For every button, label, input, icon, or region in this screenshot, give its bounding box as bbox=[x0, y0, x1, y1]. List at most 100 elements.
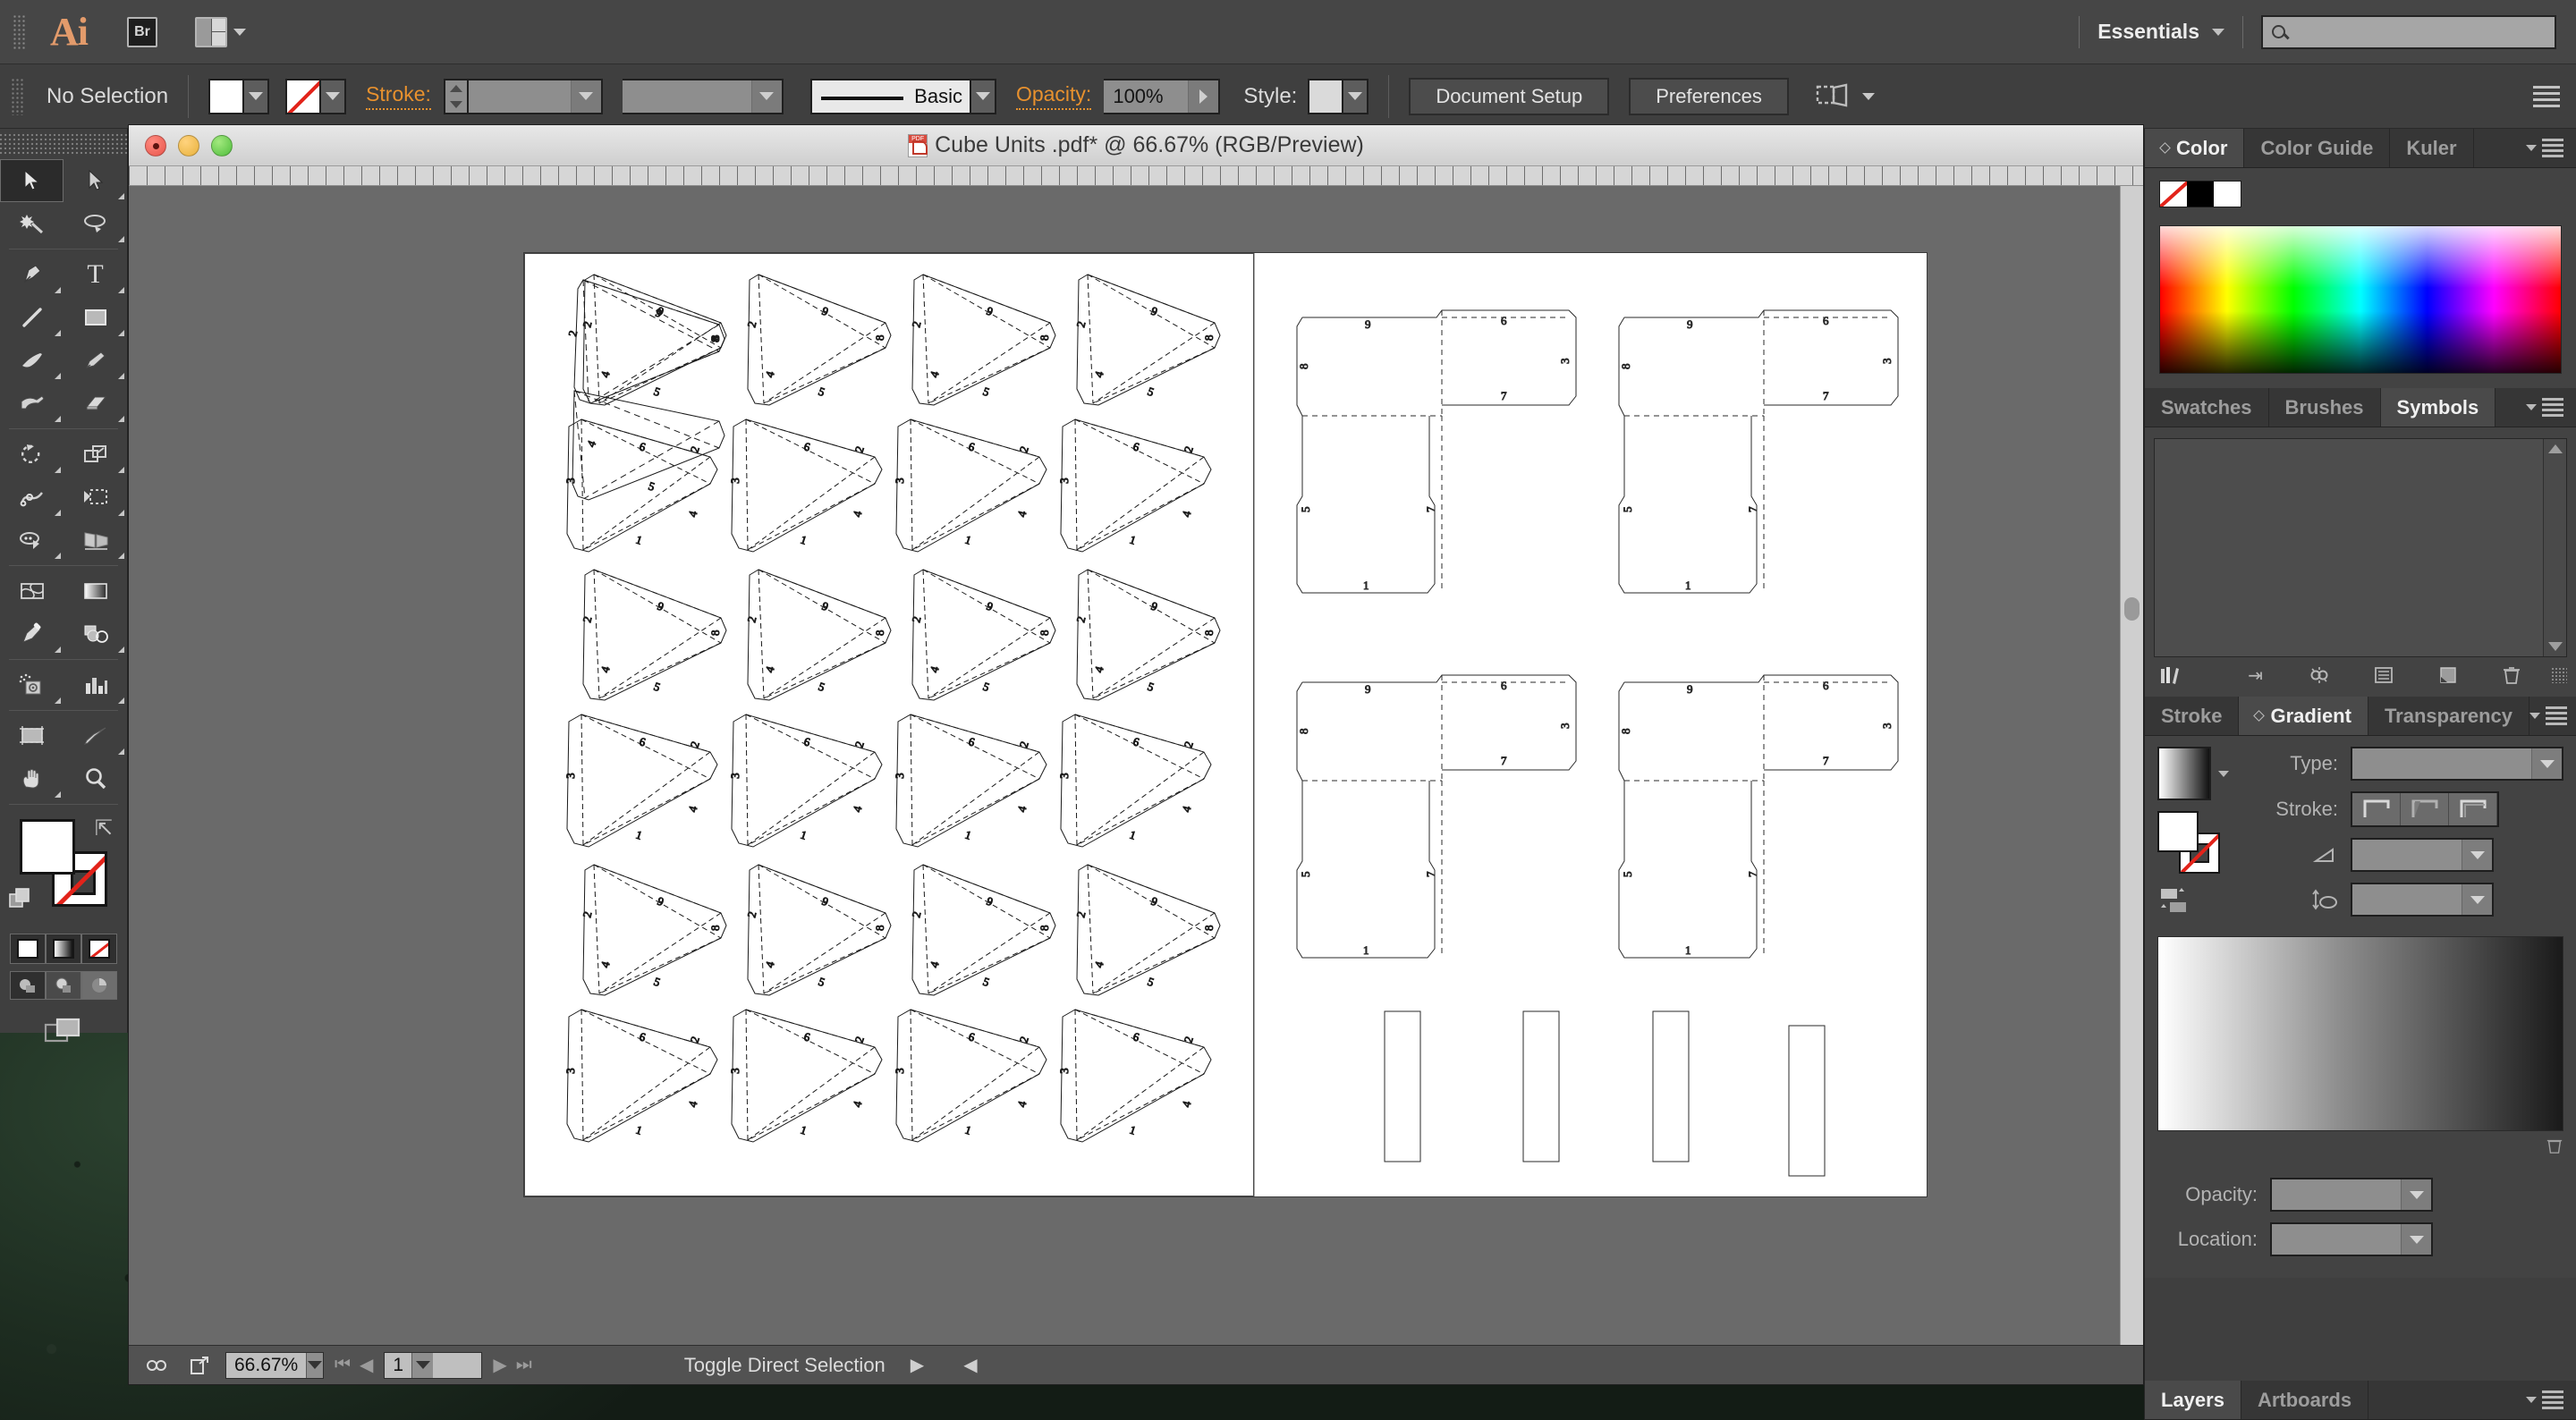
arrange-documents-chevron-icon[interactable] bbox=[233, 28, 246, 36]
status-menu-chevron-right-icon[interactable]: ▶ bbox=[911, 1354, 924, 1376]
previous-artboard-button[interactable]: ◀ bbox=[360, 1354, 373, 1376]
artwork-cube-units[interactable]: 9 2 8 4 5 9 2 8 4 5 6 2 3 4 1 9 2 8 4 5 … bbox=[524, 253, 1927, 1196]
artboard-tool[interactable] bbox=[0, 714, 64, 757]
draw-behind-button[interactable] bbox=[46, 971, 81, 1000]
symbol-options-icon[interactable] bbox=[2351, 666, 2416, 684]
swatch-none[interactable] bbox=[2160, 182, 2187, 207]
panel-menu-chevron-down-icon[interactable] bbox=[2529, 713, 2541, 719]
reverse-gradient-icon[interactable] bbox=[2157, 886, 2261, 919]
gradient-angle-input[interactable] bbox=[2351, 838, 2494, 872]
scroll-up-icon[interactable] bbox=[2547, 444, 2563, 453]
artboard-chevron-down-icon[interactable] bbox=[411, 1352, 434, 1378]
tab-swatches[interactable]: Swatches bbox=[2145, 388, 2269, 427]
canvas-vertical-scrollbar[interactable] bbox=[2120, 186, 2143, 1345]
default-fill-stroke-icon[interactable] bbox=[9, 887, 32, 910]
swatch-white[interactable] bbox=[2214, 182, 2241, 207]
paintbrush-tool[interactable] bbox=[0, 339, 64, 382]
gradient-tool[interactable] bbox=[64, 570, 127, 613]
color-spectrum-ramp[interactable] bbox=[2159, 225, 2562, 374]
delete-gradient-stop-icon[interactable] bbox=[2157, 1137, 2563, 1154]
artboard[interactable]: 9 2 8 4 5 9 2 8 4 5 6 2 3 4 1 9 2 8 4 5 … bbox=[524, 253, 1927, 1196]
gradient-within-stroke-button[interactable] bbox=[2352, 793, 2401, 825]
direct-selection-tool[interactable] bbox=[64, 159, 127, 202]
horizontal-ruler[interactable] bbox=[129, 166, 2143, 186]
panel-resize-grip[interactable] bbox=[2551, 667, 2568, 683]
gradient-angle-chevron-down-icon[interactable] bbox=[2462, 840, 2492, 870]
gradient-panel-menu[interactable] bbox=[2529, 697, 2576, 735]
preflight-icon[interactable] bbox=[141, 1353, 172, 1378]
symbols-list[interactable] bbox=[2154, 438, 2567, 657]
place-symbol-instance-icon[interactable]: ⇥ bbox=[2224, 664, 2288, 687]
panel-menu-icon[interactable] bbox=[2533, 85, 2560, 107]
panel-menu-icon[interactable] bbox=[2542, 1390, 2563, 1409]
preferences-button[interactable]: Preferences bbox=[1629, 77, 1789, 115]
panel-menu-chevron-down-icon[interactable] bbox=[2526, 1397, 2537, 1403]
last-artboard-button[interactable]: ⏭ bbox=[516, 1355, 532, 1375]
stroke-swatch-control[interactable] bbox=[285, 78, 347, 114]
align-chevron-down-icon[interactable] bbox=[1861, 92, 1875, 100]
draw-normal-button[interactable] bbox=[10, 971, 46, 1000]
gradient-type-select[interactable] bbox=[2351, 747, 2563, 781]
first-artboard-button[interactable]: ⏮ bbox=[335, 1355, 351, 1375]
break-link-icon[interactable] bbox=[2287, 666, 2351, 684]
panel-menu-icon[interactable] bbox=[2546, 706, 2568, 725]
stroke-weight-chevron-down-icon[interactable] bbox=[570, 80, 601, 113]
new-symbol-icon[interactable] bbox=[2416, 666, 2480, 684]
share-icon[interactable] bbox=[184, 1353, 215, 1378]
tab-color-guide[interactable]: Color Guide bbox=[2244, 129, 2391, 167]
color-panel-menu[interactable] bbox=[2473, 129, 2576, 167]
fill-swatch[interactable] bbox=[208, 78, 245, 114]
symbol-sprayer-tool[interactable] bbox=[0, 664, 64, 706]
fill-swatch-chevron-down-icon[interactable] bbox=[244, 78, 270, 114]
scale-tool[interactable] bbox=[64, 433, 127, 476]
tab-gradient[interactable]: Gradient bbox=[2239, 697, 2368, 735]
eyedropper-tool[interactable] bbox=[0, 613, 64, 655]
symbol-libraries-icon[interactable] bbox=[2154, 665, 2224, 685]
blob-brush-tool[interactable] bbox=[0, 382, 64, 425]
graphic-style-swatch[interactable] bbox=[1308, 78, 1344, 114]
hand-tool[interactable] bbox=[0, 757, 64, 800]
tab-symbols[interactable]: Symbols bbox=[2380, 388, 2496, 427]
none-fill-mode-button[interactable] bbox=[81, 934, 117, 964]
gradient-opacity-input[interactable] bbox=[2270, 1178, 2433, 1212]
line-segment-tool[interactable] bbox=[0, 296, 64, 339]
panel-menu-icon[interactable] bbox=[2542, 139, 2563, 157]
control-panel-grip[interactable] bbox=[11, 77, 23, 115]
stroke-swatch[interactable] bbox=[285, 78, 322, 114]
search-input[interactable] bbox=[2261, 14, 2556, 49]
stroke-weight-label[interactable]: Stroke: bbox=[366, 82, 431, 110]
delete-symbol-icon[interactable] bbox=[2479, 666, 2544, 684]
gradient-type-chevron-down-icon[interactable] bbox=[2531, 748, 2562, 779]
gradient-along-stroke-button[interactable] bbox=[2401, 793, 2449, 825]
fill-swatch-control[interactable] bbox=[208, 78, 270, 114]
lasso-tool[interactable] bbox=[64, 202, 127, 245]
gradient-aspect-input[interactable] bbox=[2351, 883, 2494, 917]
gradient-slider-preview[interactable] bbox=[2157, 936, 2563, 1131]
pen-tool[interactable] bbox=[0, 253, 64, 296]
panel-menu-chevron-down-icon[interactable] bbox=[2526, 404, 2537, 410]
graphic-style-control[interactable] bbox=[1308, 78, 1369, 114]
gradient-swatch[interactable] bbox=[2157, 747, 2211, 800]
opacity-input[interactable]: 100% bbox=[1104, 78, 1221, 114]
stroke-profile-chevron-down-icon[interactable] bbox=[750, 80, 782, 113]
next-artboard-button[interactable]: ▶ bbox=[493, 1354, 506, 1376]
stroke-weight-input[interactable] bbox=[468, 78, 603, 114]
type-tool[interactable]: T bbox=[64, 253, 127, 296]
zoom-tool[interactable] bbox=[64, 757, 127, 800]
mesh-tool[interactable] bbox=[0, 570, 64, 613]
free-transform-tool[interactable] bbox=[64, 476, 127, 519]
workspace-chevron-down-icon[interactable] bbox=[2212, 28, 2224, 36]
tab-kuler[interactable]: Kuler bbox=[2390, 129, 2474, 167]
blend-tool[interactable] bbox=[64, 613, 127, 655]
launch-bridge-button[interactable]: Br bbox=[127, 16, 157, 47]
color-mini-swatches[interactable] bbox=[2159, 181, 2241, 207]
scroll-down-icon[interactable] bbox=[2547, 642, 2563, 651]
pencil-tool[interactable] bbox=[64, 339, 127, 382]
canvas-area[interactable]: 9 2 8 4 5 9 2 8 4 5 6 2 3 4 1 9 2 8 4 5 … bbox=[129, 186, 2143, 1345]
panel-menu-chevron-down-icon[interactable] bbox=[2526, 145, 2537, 151]
scrollbar-thumb[interactable] bbox=[2124, 597, 2140, 621]
tab-transparency[interactable]: Transparency bbox=[2368, 697, 2530, 735]
opacity-chevron-right-icon[interactable] bbox=[1188, 80, 1219, 113]
opacity-label[interactable]: Opacity: bbox=[1015, 82, 1092, 110]
column-graph-tool[interactable] bbox=[64, 664, 127, 706]
